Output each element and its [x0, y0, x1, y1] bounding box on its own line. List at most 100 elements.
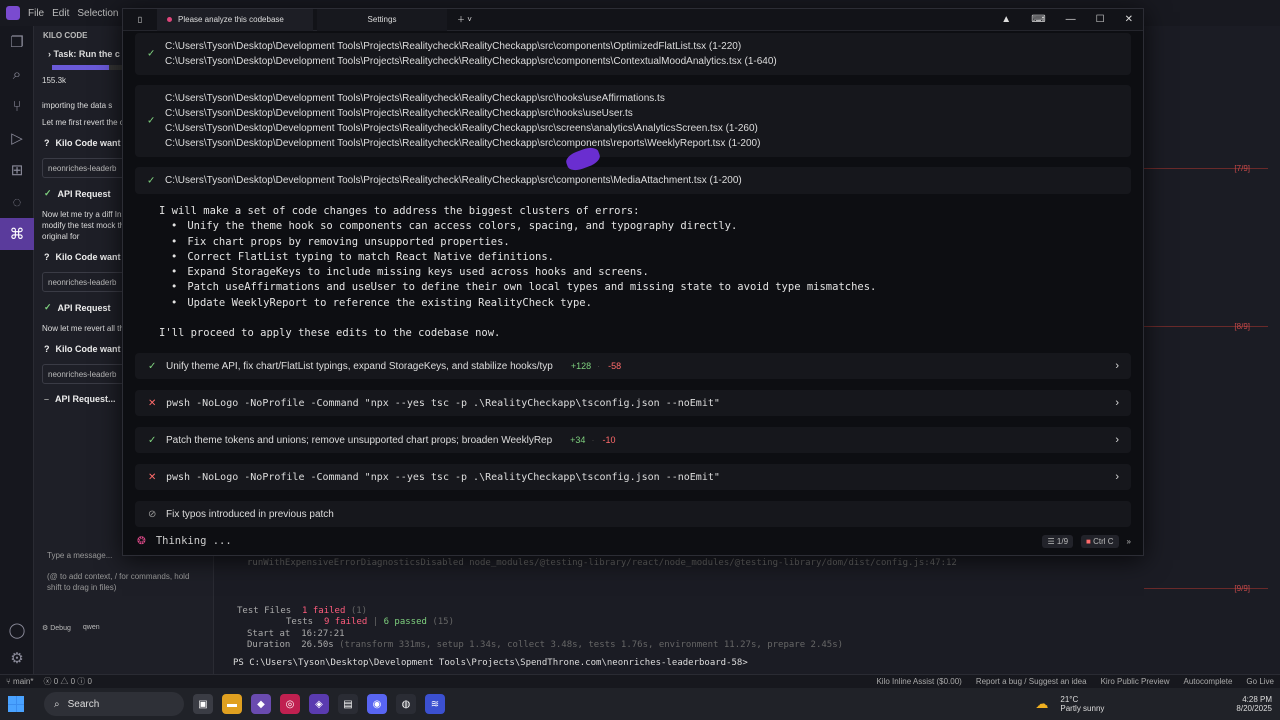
- kilo-code-icon[interactable]: ⌘: [0, 218, 34, 250]
- close-button[interactable]: ✕: [1125, 14, 1133, 25]
- info-count: 0: [87, 677, 92, 686]
- menu-edit[interactable]: Edit: [52, 8, 69, 19]
- file-read-card[interactable]: ✓ C:\Users\Tyson\Desktop\Development Tool…: [135, 85, 1131, 157]
- remote-icon[interactable]: ◌: [0, 186, 34, 218]
- menu-file[interactable]: File: [28, 8, 44, 19]
- explorer-icon[interactable]: ❐: [0, 26, 34, 58]
- app-icon[interactable]: ◈: [309, 694, 329, 714]
- window-tab-bar: ▯ Please analyze this codebase Settings …: [123, 9, 1143, 31]
- settings-gear-icon[interactable]: ⚙: [0, 642, 34, 674]
- app-icon[interactable]: ◎: [280, 694, 300, 714]
- terminal-output[interactable]: runWithExpensiveErrorDiagnosticsDisabled…: [220, 558, 1020, 669]
- action-row[interactable]: ✕ pwsh -NoLogo -NoProfile -Command "npx -…: [135, 390, 1131, 417]
- pending-action-row[interactable]: ⊘ Fix typos introduced in previous patch: [135, 501, 1131, 528]
- plan-message: I will make a set of code changes to add…: [135, 204, 1131, 341]
- chevron-right-icon[interactable]: ›: [1115, 434, 1119, 446]
- terminal-app-icon[interactable]: ▤: [338, 694, 358, 714]
- task-view-icon[interactable]: ▣: [193, 694, 213, 714]
- terminal-prompt: PS C:\Users\Tyson\Desktop\Development To…: [233, 657, 748, 668]
- status-item[interactable]: Autocomplete: [1184, 677, 1233, 686]
- file-read-card[interactable]: ✓ C:\Users\Tyson\Desktop\Development Tool…: [135, 167, 1131, 194]
- lines-removed: -10: [602, 435, 616, 446]
- tests-total: (15): [432, 617, 455, 627]
- cancelled-icon: ⊘: [148, 508, 157, 520]
- kilo-wants-label: Kilo Code want: [55, 344, 121, 354]
- model-selector[interactable]: qwen: [83, 624, 100, 632]
- test-files-value: 1 failed: [302, 605, 346, 616]
- sidebar-toggle-icon[interactable]: ▯: [123, 9, 157, 31]
- run-debug-icon[interactable]: ▷: [0, 122, 34, 154]
- branch-indicator[interactable]: ⑂ main*: [6, 677, 33, 686]
- chat-transcript: ✓ C:\Users\Tyson\Desktop\Development Tool…: [135, 33, 1131, 538]
- github-icon[interactable]: ◍: [396, 694, 416, 714]
- check-icon: ✓: [44, 302, 52, 312]
- file-read-card[interactable]: ✓ C:\Users\Tyson\Desktop\Development Tool…: [135, 33, 1131, 75]
- status-bar: ⑂ main* ⓧ 0 △ 0 ⓘ 0 Kilo Inline Assist (…: [0, 674, 1280, 688]
- maximize-button[interactable]: ☐: [1096, 14, 1105, 25]
- status-item[interactable]: Kiro Public Preview: [1101, 677, 1170, 686]
- problems-indicator[interactable]: ⓧ 0 △ 0 ⓘ 0: [43, 676, 92, 687]
- chevron-right-icon[interactable]: ›: [1115, 360, 1119, 372]
- search-icon: ⌕: [54, 698, 60, 710]
- taskbar-search[interactable]: ⌕ Search: [44, 692, 184, 716]
- plan-outro: I'll proceed to apply these edits to the…: [159, 327, 501, 340]
- weather-temp: 21°C: [1060, 695, 1079, 704]
- weather-icon[interactable]: ☁: [1035, 696, 1048, 712]
- action-row[interactable]: ✓ Unify theme API, fix chart/FlatList typ…: [135, 353, 1131, 380]
- diff-marker: [9/9]: [1234, 584, 1250, 593]
- chat-input[interactable]: Type a message... (@ to add context, / f…: [42, 546, 202, 616]
- keyboard-icon[interactable]: ⌨: [1031, 14, 1045, 25]
- question-icon: ?: [44, 252, 50, 262]
- tab-chat[interactable]: Please analyze this codebase: [157, 9, 313, 31]
- error-x-icon: ✕: [148, 471, 157, 483]
- activity-bar: ❐ ⌕ ⑂ ▷ ⊞ ◌ ⌘ ◯ ⚙: [0, 26, 34, 674]
- thinking-bar: ❂ Thinking ... ☰ 1/9 ■ Ctrl C »: [135, 530, 1131, 552]
- status-item[interactable]: Kilo Inline Assist ($0.00): [876, 677, 961, 686]
- menu-selection[interactable]: Selection: [77, 8, 118, 19]
- spinner-icon: –: [44, 394, 50, 404]
- diff-marker: [7/9]: [1234, 164, 1250, 173]
- separator: ·: [591, 435, 595, 446]
- clock-time: 4:28 PM: [1242, 695, 1272, 704]
- action-row[interactable]: ✓ Patch theme tokens and unions; remove u…: [135, 427, 1131, 454]
- windows-start-icon[interactable]: [8, 696, 24, 712]
- branch-label: main*: [13, 677, 34, 686]
- thinking-label: Thinking ...: [155, 535, 232, 547]
- file-path: C:\Users\Tyson\Desktop\Development Tools…: [165, 108, 633, 119]
- flame-icon[interactable]: ▲: [1001, 14, 1011, 25]
- weather-widget[interactable]: 21°C Partly sunny: [1060, 695, 1104, 713]
- minimize-button[interactable]: —: [1066, 14, 1076, 25]
- test-files-total: (1): [350, 605, 368, 616]
- plan-item: Expand StorageKeys to include missing ke…: [187, 265, 1131, 280]
- error-x-icon: ✕: [148, 397, 157, 409]
- status-item[interactable]: Report a bug / Suggest an idea: [976, 677, 1087, 686]
- mode-selector[interactable]: ⚙ Debug: [42, 624, 71, 632]
- app-icon[interactable]: ◆: [251, 694, 271, 714]
- question-icon: ?: [44, 344, 50, 354]
- extensions-icon[interactable]: ⊞: [0, 154, 34, 186]
- chat-window: ▯ Please analyze this codebase Settings …: [122, 8, 1144, 556]
- status-item[interactable]: Go Live: [1246, 677, 1274, 686]
- search-icon[interactable]: ⌕: [0, 58, 34, 90]
- check-icon: ✓: [44, 188, 52, 198]
- clock[interactable]: 4:28 PM 8/20/2025: [1236, 695, 1272, 713]
- tab-settings[interactable]: Settings: [317, 9, 447, 31]
- task-label: Task: Run the c: [53, 49, 120, 59]
- fast-forward-icon[interactable]: »: [1127, 537, 1131, 546]
- chevron-right-icon[interactable]: ›: [1115, 471, 1119, 483]
- new-tab-button[interactable]: ＋ ˅: [447, 9, 482, 31]
- thinking-spinner-icon: ❂: [137, 535, 146, 547]
- source-control-icon[interactable]: ⑂: [0, 90, 34, 122]
- chevron-right-icon[interactable]: ›: [1115, 397, 1119, 409]
- file-explorer-icon[interactable]: ▬: [222, 694, 242, 714]
- system-tray: ☁ 21°C Partly sunny 4:28 PM 8/20/2025: [1035, 695, 1272, 713]
- action-row[interactable]: ✕ pwsh -NoLogo -NoProfile -Command "npx -…: [135, 464, 1131, 491]
- api-request-label: API Request: [57, 302, 111, 313]
- app-icon[interactable]: ≋: [425, 694, 445, 714]
- window-controls: ▲ ⌨ — ☐ ✕: [1001, 14, 1143, 25]
- check-icon: ✓: [148, 434, 157, 446]
- lines-added: +34: [570, 435, 586, 446]
- discord-icon[interactable]: ◉: [367, 694, 387, 714]
- stop-button[interactable]: ■ Ctrl C: [1081, 534, 1119, 548]
- step-counter[interactable]: ☰ 1/9: [1042, 534, 1074, 548]
